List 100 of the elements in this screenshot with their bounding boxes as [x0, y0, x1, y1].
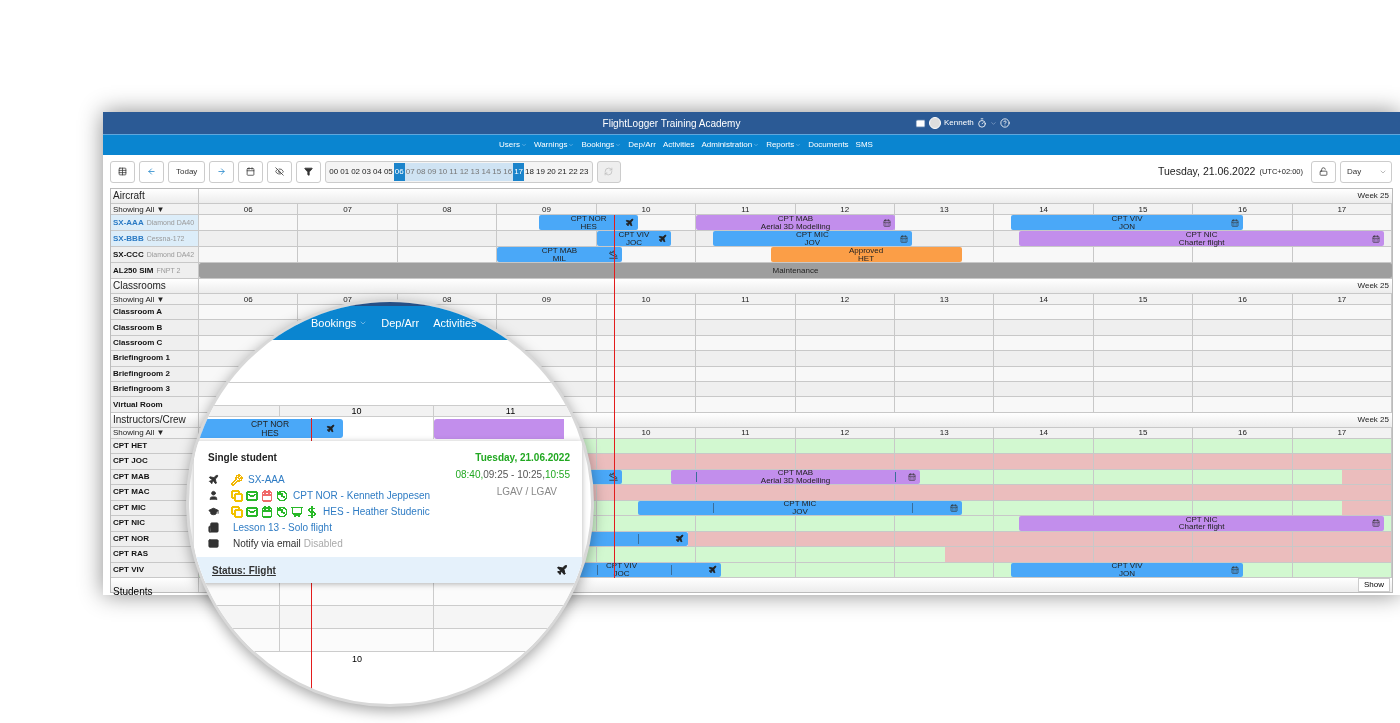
nav-link[interactable]: Activities: [433, 314, 477, 332]
hour-option[interactable]: 13: [469, 162, 481, 181]
show-button[interactable]: Show: [1358, 578, 1390, 593]
hour-option[interactable]: 19: [535, 162, 546, 181]
popup-link[interactable]: SX-AAA: [248, 472, 285, 487]
hour-label: 13: [939, 294, 949, 304]
nav-link[interactable]: SMS: [855, 139, 873, 151]
nav-link[interactable]: Administration: [701, 139, 760, 151]
app-title: FlightLogger Training Academy: [602, 116, 741, 131]
booking-bar[interactable]: CPT VIV JOC: [596, 231, 672, 246]
hour-option[interactable]: 16: [502, 162, 514, 181]
booking-bar[interactable]: CPT NIC Charter flight: [1019, 516, 1385, 531]
booking-label: CPT NOR HES: [570, 215, 607, 230]
refresh-icon: [604, 167, 613, 176]
hour-option[interactable]: 05: [382, 162, 394, 181]
mail-icon[interactable]: [915, 117, 926, 129]
resource-name: CPT MAC: [113, 488, 150, 497]
nav-link[interactable]: Activities: [662, 139, 695, 151]
time-text: 10:55: [544, 468, 570, 482]
booking-bar[interactable]: CPT VIV JON: [1011, 215, 1243, 230]
nav-link[interactable]: Warnings: [533, 139, 575, 151]
resource-name: Briefingroom 2: [113, 369, 170, 378]
popup-link[interactable]: CPT NOR - Kenneth Jeppesen: [293, 488, 431, 503]
hour-option[interactable]: 15: [491, 162, 503, 181]
booking-bar[interactable]: CPT MAB MIL: [497, 247, 622, 262]
nav-link[interactable]: Bookings: [311, 314, 368, 332]
filter-button[interactable]: [296, 160, 322, 183]
hour-option[interactable]: 03: [361, 162, 372, 181]
resource-name: CPT VIV: [113, 566, 145, 574]
section-title: Students: [113, 586, 153, 598]
calendar-button[interactable]: [238, 160, 264, 183]
booking-label: CPT MIC JOV: [796, 231, 829, 246]
nav-link[interactable]: Reports: [766, 139, 802, 151]
nav-link[interactable]: Users: [499, 139, 527, 151]
hour-label: 06: [243, 294, 253, 304]
hour-option[interactable]: 11: [448, 162, 459, 181]
table-icon: [118, 167, 127, 176]
avatar[interactable]: [929, 117, 941, 129]
nav-link[interactable]: Dep/Arr: [628, 139, 656, 151]
view-select[interactable]: Day: [1340, 160, 1392, 183]
resource-name: Briefingroom 1: [113, 354, 170, 363]
status-link[interactable]: Status: Flight: [212, 562, 276, 578]
hour-label: 14: [1039, 204, 1049, 214]
hour-label: 15: [1138, 204, 1148, 214]
booking-label: CPT MAB Aerial 3D Modelling: [760, 215, 831, 230]
booking-bar[interactable]: CPT MIC JOV: [712, 231, 912, 246]
hour-label: 07: [343, 294, 353, 304]
booking-bar[interactable]: Maintenance: [199, 263, 1392, 278]
hour-label: 09: [542, 204, 551, 214]
disabled-note: Disabled: [303, 537, 343, 551]
hour-label: 10: [641, 204, 651, 214]
booking-bar[interactable]: Approved HET: [770, 247, 962, 262]
hour-option[interactable]: 10: [437, 162, 449, 181]
filter-dropdown[interactable]: Showing All ▼: [113, 428, 165, 438]
calendar-icon: [246, 167, 256, 176]
resource-name: Classroom B: [113, 323, 163, 332]
timer-icon[interactable]: [976, 118, 987, 128]
hour-option[interactable]: 20: [545, 162, 557, 181]
booking-bar[interactable]: CPT NOR HES: [539, 215, 639, 230]
hour-option[interactable]: 18: [524, 162, 535, 181]
hour-option[interactable]: 21: [556, 162, 568, 181]
hour-option[interactable]: 22: [567, 162, 579, 181]
filter-dropdown[interactable]: Showing All ▼: [113, 204, 165, 214]
hour-option[interactable]: 23: [578, 162, 590, 181]
hour-label: 15: [1138, 294, 1148, 304]
today-button[interactable]: Today: [168, 160, 206, 183]
booking-bar[interactable]: CPT MAB Aerial 3D Modelling: [696, 215, 895, 230]
nav-link[interactable]: Bookings: [581, 139, 622, 151]
hide-button[interactable]: [267, 160, 293, 183]
hour-option[interactable]: 02: [350, 162, 362, 181]
hour-option[interactable]: 12: [458, 162, 470, 181]
hour-option[interactable]: 08: [415, 162, 427, 181]
hour-range-selector[interactable]: 00 01 02 03 04 05 06 07 08 09 10 11 12 13 14 15 16 17 18 19 20 21 22 23: [325, 160, 593, 183]
grid-view-button[interactable]: [110, 160, 135, 183]
section-title: Aircraft: [113, 190, 145, 202]
lock-button[interactable]: [1311, 160, 1336, 183]
caret-icon[interactable]: [989, 119, 997, 127]
filter-dropdown[interactable]: Showing All ▼: [113, 294, 165, 304]
hour-option[interactable]: 04: [372, 162, 383, 181]
hour-option[interactable]: 06: [393, 162, 405, 181]
hour-label: 12: [840, 428, 850, 438]
hour-option[interactable]: 09: [426, 162, 438, 181]
popup-link[interactable]: HES - Heather Studenic: [323, 504, 430, 519]
popup-link[interactable]: Lesson 13 - Solo flight: [233, 520, 332, 535]
filter-icon: [304, 167, 314, 176]
user-name[interactable]: Kenneth: [944, 117, 974, 129]
hour-option[interactable]: 17: [513, 162, 525, 181]
hour-option[interactable]: 00: [328, 162, 340, 181]
hour-option[interactable]: 01: [339, 162, 351, 181]
hour-option[interactable]: 14: [480, 162, 492, 181]
booking-bar[interactable]: CPT NIC Charter flight: [1019, 231, 1385, 246]
hour-label: 10: [352, 653, 362, 666]
help-icon[interactable]: [999, 118, 1010, 128]
booking-label: CPT NIC Charter flight: [1178, 516, 1225, 531]
nav-link[interactable]: Documents: [808, 139, 849, 151]
hour-label: 09: [542, 294, 551, 304]
hour-option[interactable]: 07: [404, 162, 416, 181]
hour-label: 10: [641, 294, 651, 304]
booking-label: Approved HET: [848, 247, 884, 262]
nav-link[interactable]: Dep/Arr: [381, 314, 420, 332]
